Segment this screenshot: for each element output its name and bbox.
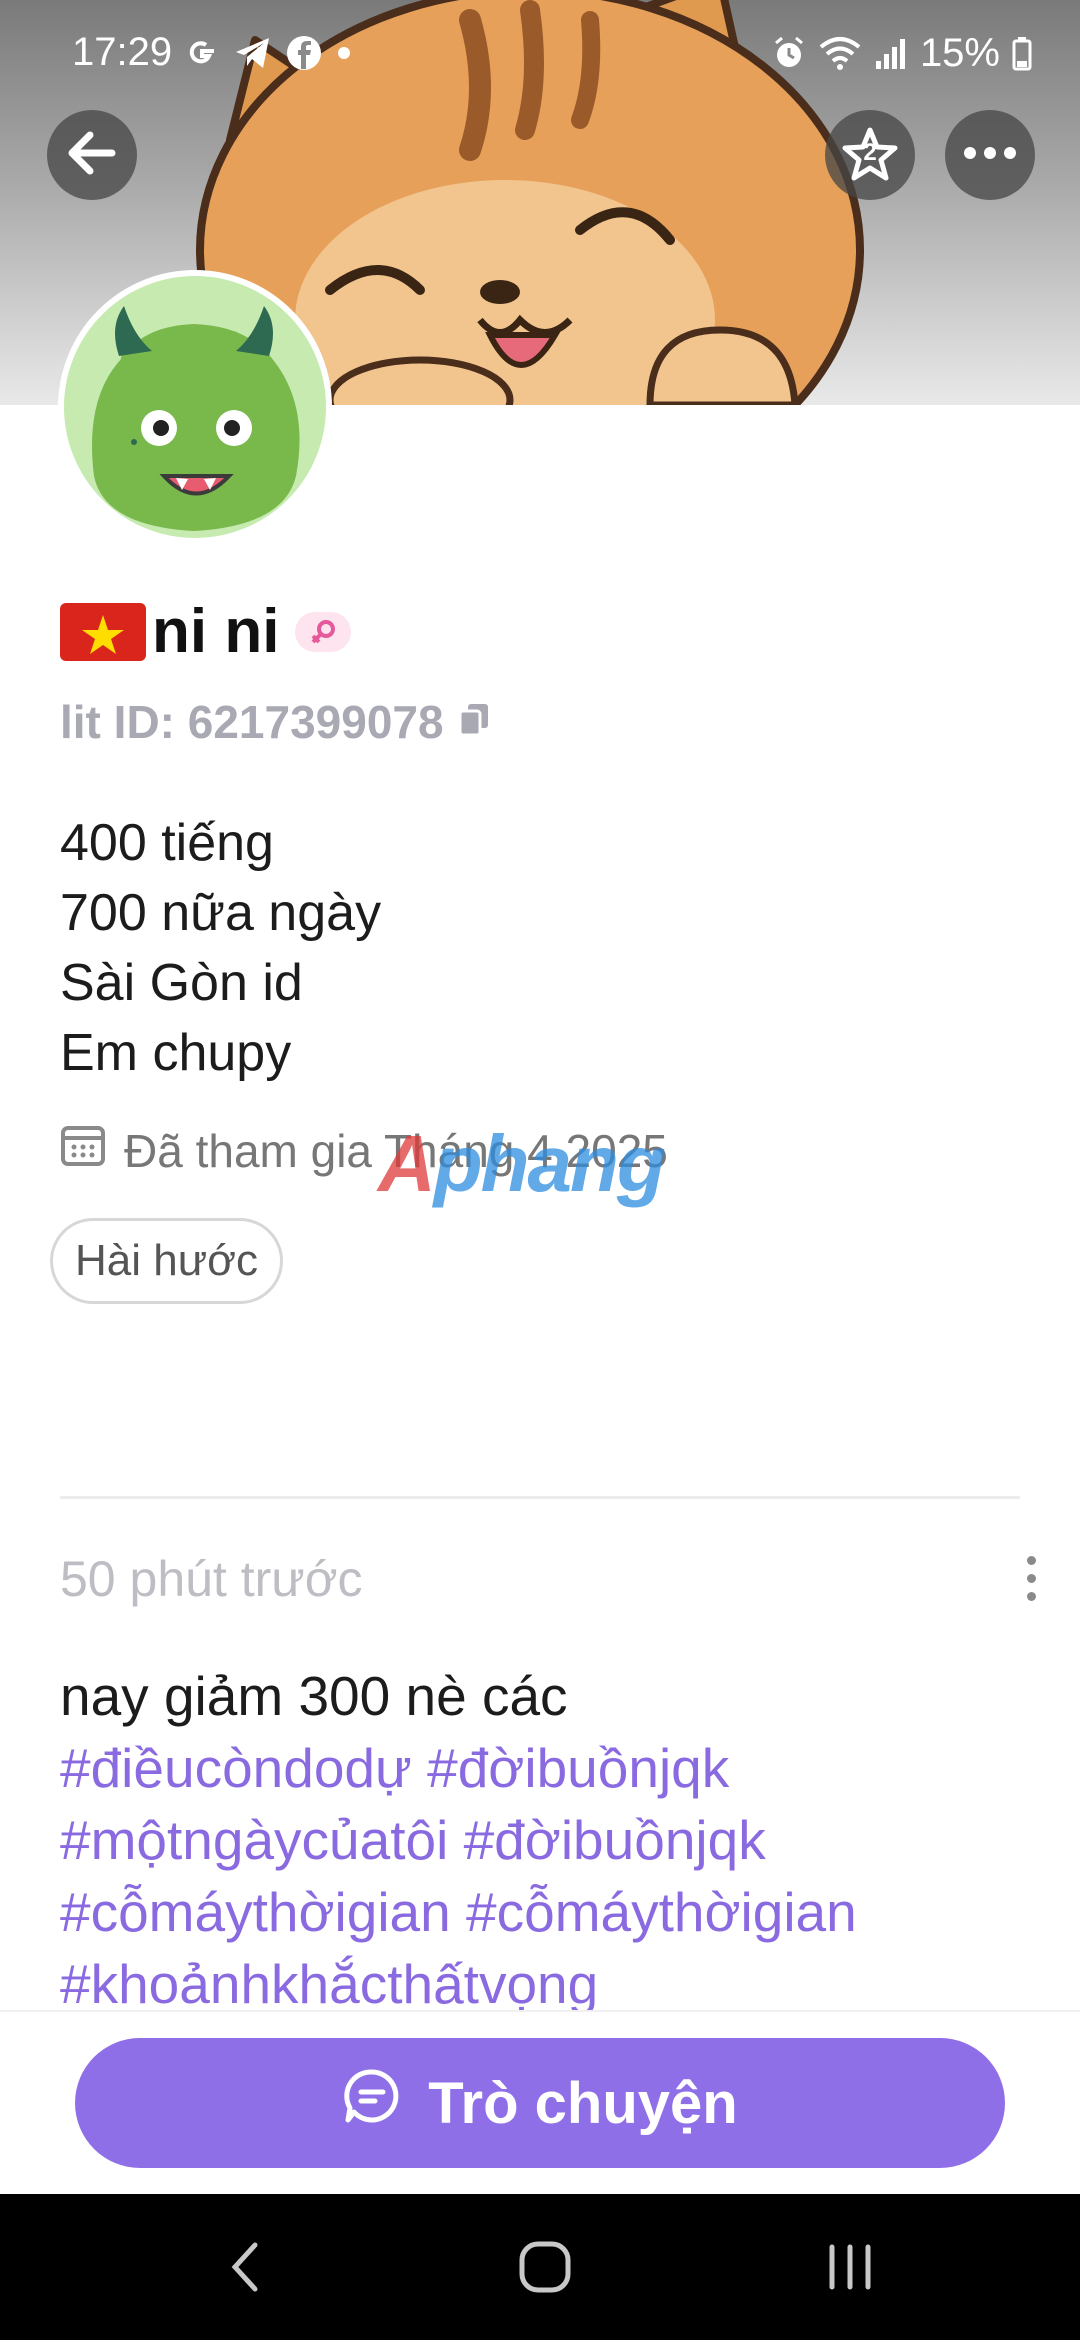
nav-recents-button[interactable] xyxy=(795,2194,905,2340)
lit-id-text: lit ID: 6217399078 xyxy=(60,696,444,748)
bio-line: 400 tiếng xyxy=(60,814,274,872)
status-bar: 17:29 15% xyxy=(0,0,1080,105)
hashtag[interactable]: #đờibuồnjqk xyxy=(427,1737,729,1799)
system-nav-bar xyxy=(0,2194,1080,2340)
post-timestamp: 50 phút trước xyxy=(60,1551,363,1607)
star-icon: 2 xyxy=(840,125,900,185)
bio-line: Em chupy xyxy=(60,1024,292,1082)
google-icon xyxy=(184,35,220,71)
notification-icons xyxy=(184,30,352,76)
wifi-icon xyxy=(818,35,862,71)
post-text: nay giảm 300 nè các xyxy=(60,1665,568,1727)
interest-tag[interactable]: Hài hước xyxy=(50,1218,284,1304)
watermark-logo: Aphang xyxy=(378,1119,666,1208)
chat-button[interactable]: Trò chuyện xyxy=(75,2038,1005,2168)
interest-tag-label: Hài hước xyxy=(75,1236,259,1285)
calendar-icon xyxy=(60,1122,106,1179)
status-time: 17:29 xyxy=(72,30,173,74)
hashtag[interactable]: #cỗmáythờigian xyxy=(60,1881,451,1943)
favorite-button[interactable]: 2 xyxy=(825,110,915,200)
more-options-button[interactable] xyxy=(945,110,1035,200)
profile-bio: 400 tiếng 700 nữa ngày Sài Gòn id Em chu… xyxy=(60,808,381,1088)
facebook-icon xyxy=(286,35,322,71)
nav-back-button[interactable] xyxy=(190,2194,300,2340)
arrow-left-icon xyxy=(64,125,120,186)
lit-id: lit ID: 6217399078 xyxy=(60,695,490,749)
system-icons: 15% xyxy=(772,30,1032,76)
signal-icon xyxy=(874,35,908,71)
dot-icon xyxy=(336,35,352,71)
chat-button-label: Trò chuyện xyxy=(428,2070,738,2136)
avatar[interactable] xyxy=(58,270,332,544)
post-content: nay giảm 300 nè các #điềucòndodự #đờibuồ… xyxy=(60,1660,1040,2010)
female-icon xyxy=(295,611,352,652)
hashtag[interactable]: #điềucòndodự xyxy=(60,1737,412,1799)
post-more-icon[interactable] xyxy=(1027,1556,1036,1601)
chat-bubble-icon xyxy=(342,2066,402,2140)
bio-line: 700 nữa ngày xyxy=(60,884,382,942)
flag-icon xyxy=(60,602,146,661)
more-horizontal-icon xyxy=(962,145,1018,166)
hashtag[interactable]: #đờibuồnjqk xyxy=(464,1809,766,1871)
alarm-icon xyxy=(772,35,806,71)
profile-name: ni ni xyxy=(152,597,280,666)
battery-percent: 15% xyxy=(919,30,1000,75)
section-divider xyxy=(60,1496,1020,1499)
hashtag[interactable]: #cỗmáythờigian xyxy=(466,1881,857,1943)
battery-icon xyxy=(1012,35,1032,71)
telegram-icon xyxy=(234,35,272,71)
favorite-badge: 2 xyxy=(863,139,877,166)
profile-name-row: ni ni xyxy=(60,596,352,667)
back-button[interactable] xyxy=(47,110,137,200)
nav-home-button[interactable] xyxy=(490,2194,600,2340)
copy-icon[interactable] xyxy=(458,695,490,749)
hashtag[interactable]: #khoảnhkhắcthấtvọng xyxy=(60,1953,598,2010)
bio-line: Sài Gòn id xyxy=(60,954,303,1012)
hashtag[interactable]: #mộtngàycủatôi xyxy=(60,1809,448,1871)
